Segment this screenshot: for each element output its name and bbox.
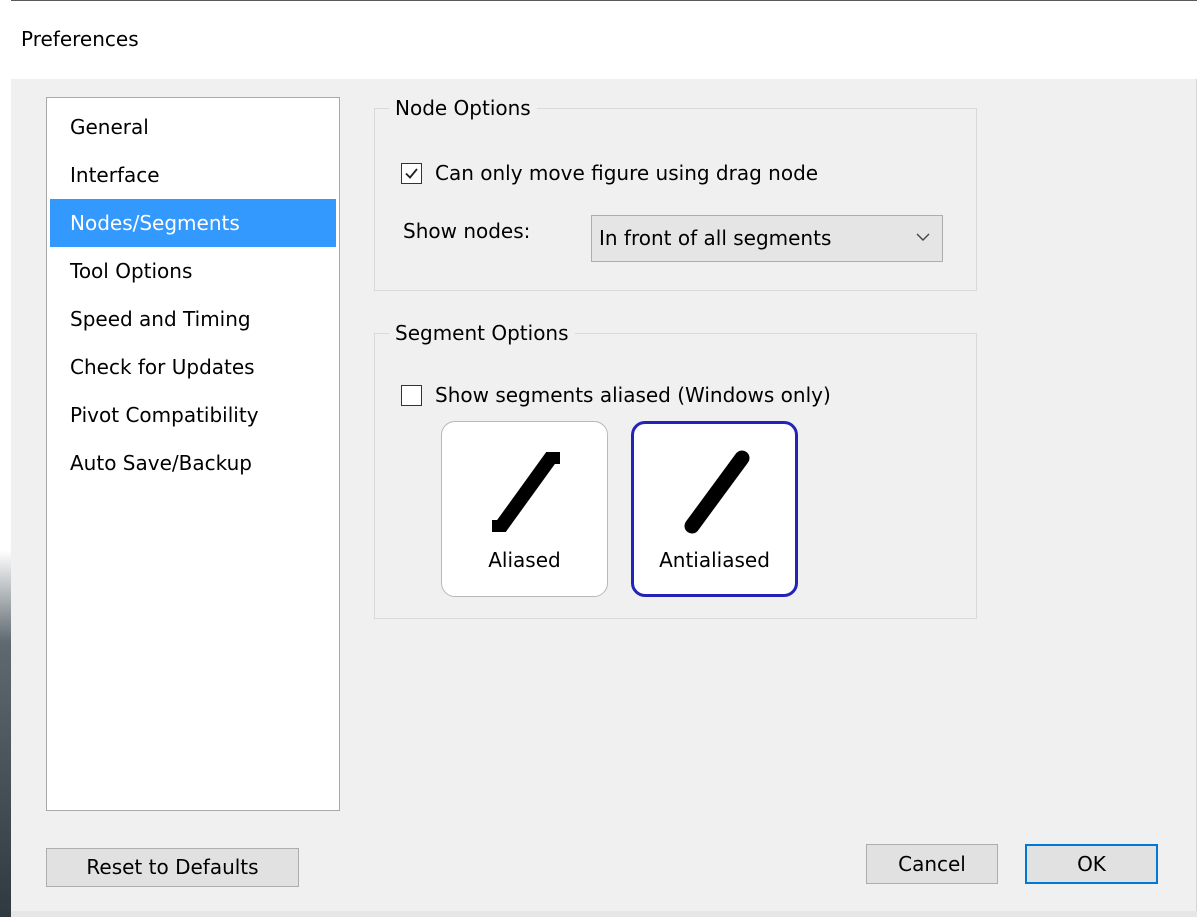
category-item-pivot-compatibility[interactable]: Pivot Compatibility — [50, 391, 336, 439]
show-nodes-label: Show nodes: — [403, 219, 531, 243]
window-bottom-border — [11, 911, 1197, 917]
show-nodes-select[interactable]: In front of all segments — [591, 215, 943, 262]
preferences-dialog: Preferences General Interface Nodes/Segm… — [0, 0, 1200, 917]
node-options-group: Node Options Can only move figure using … — [374, 95, 977, 291]
chevron-down-icon — [916, 233, 930, 241]
drag-node-checkbox-row[interactable]: Can only move figure using drag node — [401, 161, 818, 185]
drag-node-checkbox-label: Can only move figure using drag node — [435, 161, 819, 185]
segment-options-legend: Segment Options — [389, 320, 575, 346]
ok-button[interactable]: OK — [1025, 844, 1158, 884]
cancel-button[interactable]: Cancel — [866, 844, 998, 884]
checkmark-icon — [405, 167, 418, 179]
aliased-checkbox-row[interactable]: Show segments aliased (Windows only) — [401, 383, 831, 407]
aliased-style-button[interactable]: Aliased — [441, 421, 608, 597]
window-right-border — [1196, 0, 1200, 917]
category-list[interactable]: General Interface Nodes/Segments Tool Op… — [46, 97, 340, 811]
aliased-checkbox[interactable] — [401, 384, 422, 406]
show-nodes-value: In front of all segments — [599, 226, 832, 250]
category-item-nodes-segments[interactable]: Nodes/Segments — [50, 199, 336, 247]
aliased-style-label: Aliased — [488, 548, 561, 572]
drag-node-checkbox[interactable] — [401, 162, 422, 184]
category-item-auto-save-backup[interactable]: Auto Save/Backup — [50, 439, 336, 487]
node-options-legend: Node Options — [389, 95, 537, 121]
aliased-checkbox-label: Show segments aliased (Windows only) — [435, 383, 831, 407]
category-item-tool-options[interactable]: Tool Options — [50, 247, 336, 295]
background-edge — [0, 0, 11, 917]
segment-options-group: Segment Options Show segments aliased (W… — [374, 320, 977, 619]
aliased-line-icon — [492, 451, 560, 533]
antialiased-line-icon — [684, 450, 750, 534]
category-item-check-updates[interactable]: Check for Updates — [50, 343, 336, 391]
category-item-interface[interactable]: Interface — [50, 151, 336, 199]
category-item-speed-timing[interactable]: Speed and Timing — [50, 295, 336, 343]
category-item-general[interactable]: General — [50, 103, 336, 151]
antialiased-style-label: Antialiased — [659, 548, 770, 572]
reset-defaults-button[interactable]: Reset to Defaults — [46, 848, 299, 887]
title-bar[interactable]: Preferences — [11, 0, 1197, 79]
antialiased-style-button[interactable]: Antialiased — [631, 421, 798, 597]
window-title: Preferences — [21, 27, 139, 51]
